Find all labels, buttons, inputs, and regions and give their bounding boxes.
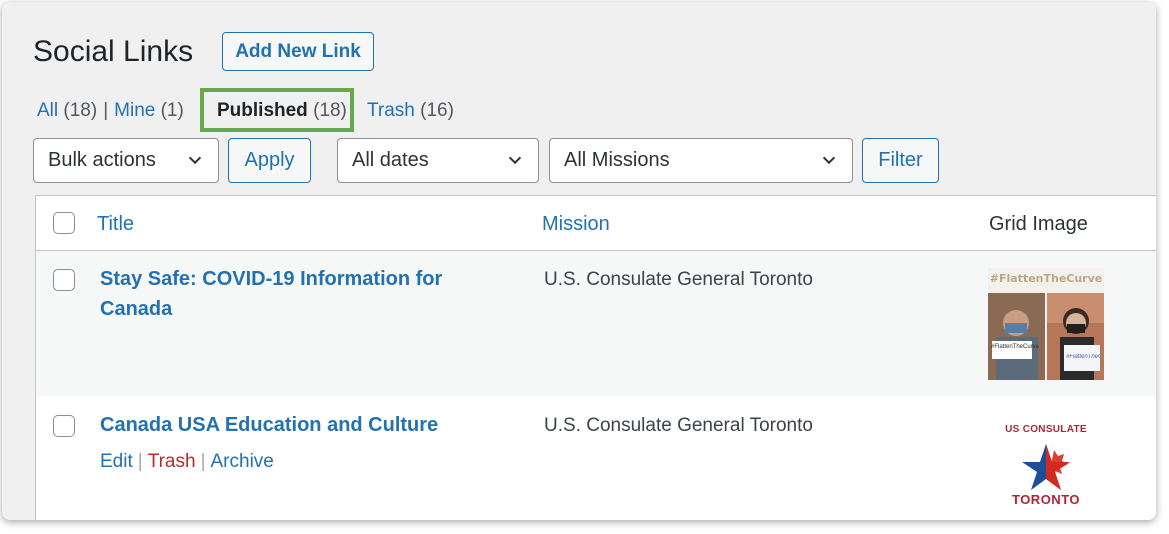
row-checkbox[interactable] [53,269,75,291]
view-trash-count: (16) [420,100,454,121]
grid-image-thumbnail: #FlattenTheCurve #FlattenTheCurve #Flatt… [988,268,1104,380]
missions-select[interactable]: All Missions [549,138,853,183]
page-title: Social Links [33,35,194,68]
sign-right-text: #FlattenTheCurve [1066,354,1100,360]
table-row: Stay Safe: COVID-19 Information for Cana… [36,251,1156,396]
bulk-actions-select[interactable]: Bulk actions [33,138,219,183]
view-separator: | [103,100,109,121]
view-all-label: All [37,100,59,121]
chevron-down-icon [188,156,202,165]
edit-link[interactable]: Edit [100,451,133,472]
row-checkbox[interactable] [53,415,75,437]
consulate-logo-top-text: US CONSULATE [1005,424,1087,435]
row-title-link[interactable]: Stay Safe: COVID-19 Information for Cana… [100,264,480,324]
column-grid-image: Grid Image [989,213,1088,235]
column-mission[interactable]: Mission [542,212,610,236]
chevron-down-icon [822,156,836,165]
table-row: Canada USA Education and Culture U.S. Co… [36,396,1156,520]
trash-link[interactable]: Trash [148,451,196,472]
thumbnail-header: #FlattenTheCurve [988,268,1104,290]
links-table: Title Mission Grid Image Stay Safe: COVI… [35,195,1156,520]
view-mine-label: Mine [114,100,156,121]
maple-star-logo-icon [1022,444,1070,490]
sign-left-text: #FlattenTheCurve [991,344,1040,350]
add-new-link-button[interactable]: Add New Link [222,32,374,71]
view-all-count: (18) [63,100,98,121]
column-title[interactable]: Title [97,212,134,236]
missions-value: All Missions [564,149,670,171]
archive-link[interactable]: Archive [211,451,274,472]
dates-select[interactable]: All dates [337,138,539,183]
select-all-checkbox[interactable] [53,212,75,234]
view-mine-link[interactable]: Mine (1) [114,100,184,121]
view-all-link[interactable]: All (18) [37,100,97,121]
bulk-actions-value: Bulk actions [48,149,156,171]
apply-button[interactable]: Apply [228,138,311,183]
table-header: Title Mission Grid Image [36,196,1156,251]
chevron-down-icon [508,156,522,165]
view-trash-link[interactable]: Trash (16) [367,99,454,123]
grid-image-thumbnail: US CONSULATE TORONTO [988,412,1104,520]
action-separator: | [200,451,206,472]
dates-value: All dates [352,149,429,171]
view-filters: All (18) | Mine (1) [37,99,184,123]
row-mission: U.S. Consulate General Toronto [544,269,813,290]
row-actions: Edit | Trash | Archive [100,450,274,474]
admin-screen: Social Links Add New Link All (18) | Mine … [2,2,1156,520]
highlight-box [200,88,354,132]
view-trash-label: Trash [367,100,415,121]
people-photo-icon [988,293,1104,380]
row-title-link[interactable]: Canada USA Education and Culture [100,410,480,440]
row-mission: U.S. Consulate General Toronto [544,415,813,436]
view-mine-count: (1) [160,100,184,121]
filter-button[interactable]: Filter [862,138,939,183]
consulate-logo-bottom-text: TORONTO [1011,492,1081,507]
thumbnail-caption: #FlattenTheCurve [989,272,1103,285]
action-separator: | [137,451,143,472]
